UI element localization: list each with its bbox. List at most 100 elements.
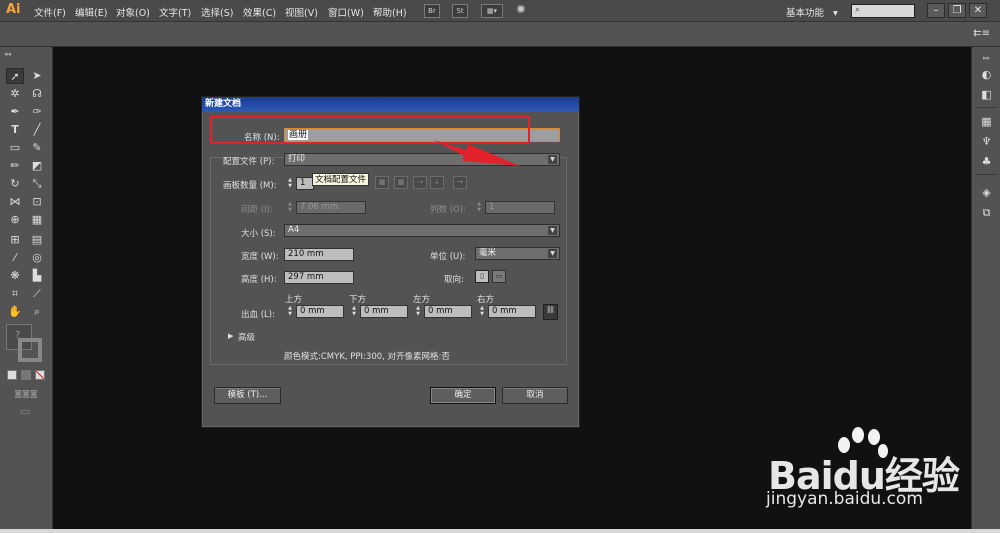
minimize-button[interactable]: – bbox=[927, 3, 945, 18]
artboard-tool-icon[interactable]: ⌗ bbox=[6, 286, 24, 302]
brushes-panel-icon[interactable]: ♆ bbox=[978, 134, 995, 149]
graph-tool-icon[interactable]: ▙ bbox=[28, 268, 46, 284]
slice-tool-icon[interactable]: ⟋ bbox=[28, 286, 46, 302]
bleed-bottom-stepper[interactable]: ▲ ▼ bbox=[350, 305, 358, 318]
swatches-panel-icon[interactable]: ▦ bbox=[978, 114, 995, 129]
layers-panel-icon[interactable]: ◈ bbox=[978, 185, 995, 200]
free-transform-tool-icon[interactable]: ⊡ bbox=[28, 194, 46, 210]
eraser-tool-icon[interactable]: ◩ bbox=[28, 158, 46, 174]
dialog-title[interactable]: 新建文档 bbox=[202, 97, 579, 112]
color-panel-icon[interactable]: ◐ bbox=[978, 67, 995, 82]
menu-type[interactable]: 文字(T) bbox=[159, 5, 191, 19]
bleed-left-label: 左方 bbox=[413, 295, 431, 305]
blend-tool-icon[interactable]: ◎ bbox=[28, 250, 46, 266]
direct-selection-tool-icon[interactable]: ➤ bbox=[28, 68, 46, 84]
menu-view[interactable]: 视图(V) bbox=[285, 5, 318, 19]
bleed-right-stepper[interactable]: ▲ ▼ bbox=[478, 305, 486, 318]
grid-by-row-icon[interactable]: ▦ bbox=[375, 176, 389, 189]
units-select[interactable]: 毫米 ▼ bbox=[475, 247, 560, 260]
drawing-modes-icon[interactable]: ◙◙◙ bbox=[6, 386, 46, 402]
size-select[interactable]: A4 ▼ bbox=[284, 224, 560, 237]
zoom-tool-icon[interactable]: ⌕ bbox=[28, 304, 46, 320]
eyedropper-tool-icon[interactable]: ⁄ bbox=[6, 250, 24, 266]
artboards-stepper[interactable]: ▲ ▼ bbox=[286, 177, 294, 190]
bleed-top-stepper[interactable]: ▲ ▼ bbox=[286, 305, 294, 318]
pencil-tool-icon[interactable]: ✏ bbox=[6, 158, 24, 174]
paintbrush-tool-icon[interactable]: ✎ bbox=[28, 140, 46, 156]
none-mode-icon[interactable] bbox=[35, 370, 45, 380]
bridge-icon[interactable]: Br bbox=[424, 4, 440, 18]
grid-by-column-icon[interactable]: ▦ bbox=[394, 176, 408, 189]
screen-mode-icon[interactable]: ▭ bbox=[15, 404, 35, 420]
taskbar-edge bbox=[0, 529, 1000, 533]
hand-tool-icon[interactable]: ✋ bbox=[6, 304, 24, 320]
summary-text: 颜色模式:CMYK, PPI:300, 对齐像素网格:否 bbox=[284, 352, 450, 362]
line-tool-icon[interactable]: ╱ bbox=[28, 122, 46, 138]
watermark: Baidu经验 jingyan.baidu.com bbox=[760, 425, 990, 525]
gradient-mode-icon[interactable] bbox=[21, 370, 31, 380]
advanced-toggle[interactable]: 高级 bbox=[238, 331, 255, 343]
stroke-swatch[interactable] bbox=[18, 338, 42, 362]
bleed-top-input[interactable]: 0 mm bbox=[296, 305, 344, 318]
layout-direction-icon[interactable]: → bbox=[453, 176, 467, 189]
artboards-panel-icon[interactable]: ⧉ bbox=[978, 205, 995, 220]
bleed-left-input[interactable]: 0 mm bbox=[424, 305, 472, 318]
magic-wand-tool-icon[interactable]: ✲ bbox=[6, 86, 24, 102]
link-icon[interactable]: ⛓ bbox=[543, 304, 558, 320]
spacing-input: 7.06 mm bbox=[296, 201, 366, 214]
color-guide-icon[interactable]: ◧ bbox=[978, 87, 995, 102]
stock-icon[interactable]: St bbox=[452, 4, 468, 18]
color-mode-icon[interactable] bbox=[7, 370, 17, 380]
cancel-button[interactable]: 取消 bbox=[502, 387, 568, 404]
profile-select[interactable]: 打印 ▼ bbox=[284, 153, 560, 166]
symbol-sprayer-tool-icon[interactable]: ❋ bbox=[6, 268, 24, 284]
dock-separator bbox=[976, 174, 997, 175]
chevron-down-icon: ▾ bbox=[833, 8, 838, 19]
restore-button[interactable]: ❐ bbox=[948, 3, 966, 18]
tools-panel: ◂◂ ➚ ➤ ✲ ☊ ✒ ✑ T ╱ ▭ ✎ ✏ ◩ ↻ ⤡ ⋈ ⊡ ⊕ ▦ ⊞… bbox=[0, 47, 53, 533]
mesh-tool-icon[interactable]: ⊞ bbox=[6, 232, 24, 248]
workspace-switcher[interactable]: 基本功能 ▾ bbox=[786, 5, 838, 19]
height-input[interactable]: 297 mm bbox=[284, 271, 354, 284]
menu-edit[interactable]: 编辑(E) bbox=[75, 5, 107, 19]
symbols-panel-icon[interactable]: ♣ bbox=[978, 154, 995, 169]
landscape-icon[interactable]: ▭ bbox=[492, 270, 506, 283]
panel-menu-icon[interactable]: ⇇≡ bbox=[973, 28, 990, 39]
rectangle-tool-icon[interactable]: ▭ bbox=[6, 140, 24, 156]
menu-help[interactable]: 帮助(H) bbox=[373, 5, 407, 19]
menu-effect[interactable]: 效果(C) bbox=[243, 5, 276, 19]
width-input[interactable]: 210 mm bbox=[284, 248, 354, 261]
selection-tool-icon[interactable]: ➚ bbox=[6, 68, 24, 84]
lasso-tool-icon[interactable]: ☊ bbox=[28, 86, 46, 102]
gradient-tool-icon[interactable]: ▤ bbox=[28, 232, 46, 248]
menu-select[interactable]: 选择(S) bbox=[201, 5, 233, 19]
portrait-icon[interactable]: ▯ bbox=[475, 270, 489, 283]
templates-button[interactable]: 模板 (T)... bbox=[214, 387, 281, 404]
menu-window[interactable]: 窗口(W) bbox=[328, 5, 364, 19]
bleed-bottom-input[interactable]: 0 mm bbox=[360, 305, 408, 318]
expand-triangle-icon[interactable]: ▶ bbox=[228, 332, 233, 340]
bleed-right-input[interactable]: 0 mm bbox=[488, 305, 536, 318]
ok-button[interactable]: 确定 bbox=[430, 387, 496, 404]
columns-input: 1 bbox=[485, 201, 555, 214]
rotate-tool-icon[interactable]: ↻ bbox=[6, 176, 24, 192]
arrange-by-column-icon[interactable]: ⇣ bbox=[430, 176, 444, 189]
width-tool-icon[interactable]: ⋈ bbox=[6, 194, 24, 210]
expand-dock-icon[interactable]: ▸▸ bbox=[978, 51, 995, 66]
pen-tool-icon[interactable]: ✒ bbox=[6, 104, 24, 120]
menu-file[interactable]: 文件(F) bbox=[34, 5, 66, 19]
shape-builder-tool-icon[interactable]: ⊕ bbox=[6, 212, 24, 228]
menu-object[interactable]: 对象(O) bbox=[116, 5, 150, 19]
gpu-performance-icon[interactable]: ✺ bbox=[513, 4, 529, 18]
grip-icon[interactable]: ◂◂ bbox=[4, 50, 11, 58]
curvature-tool-icon[interactable]: ✑ bbox=[28, 104, 46, 120]
bleed-left-stepper[interactable]: ▲ ▼ bbox=[414, 305, 422, 318]
scale-tool-icon[interactable]: ⤡ bbox=[28, 176, 46, 192]
perspective-grid-tool-icon[interactable]: ▦ bbox=[28, 212, 46, 228]
search-input[interactable]: ⌕ bbox=[851, 4, 915, 18]
fill-stroke-control[interactable]: ? bbox=[6, 324, 44, 364]
arrange-by-row-icon[interactable]: ⇢ bbox=[413, 176, 427, 189]
arrange-documents-icon[interactable]: ▦▾ bbox=[481, 4, 503, 18]
type-tool-icon[interactable]: T bbox=[6, 122, 24, 138]
close-button[interactable]: ✕ bbox=[969, 3, 987, 18]
